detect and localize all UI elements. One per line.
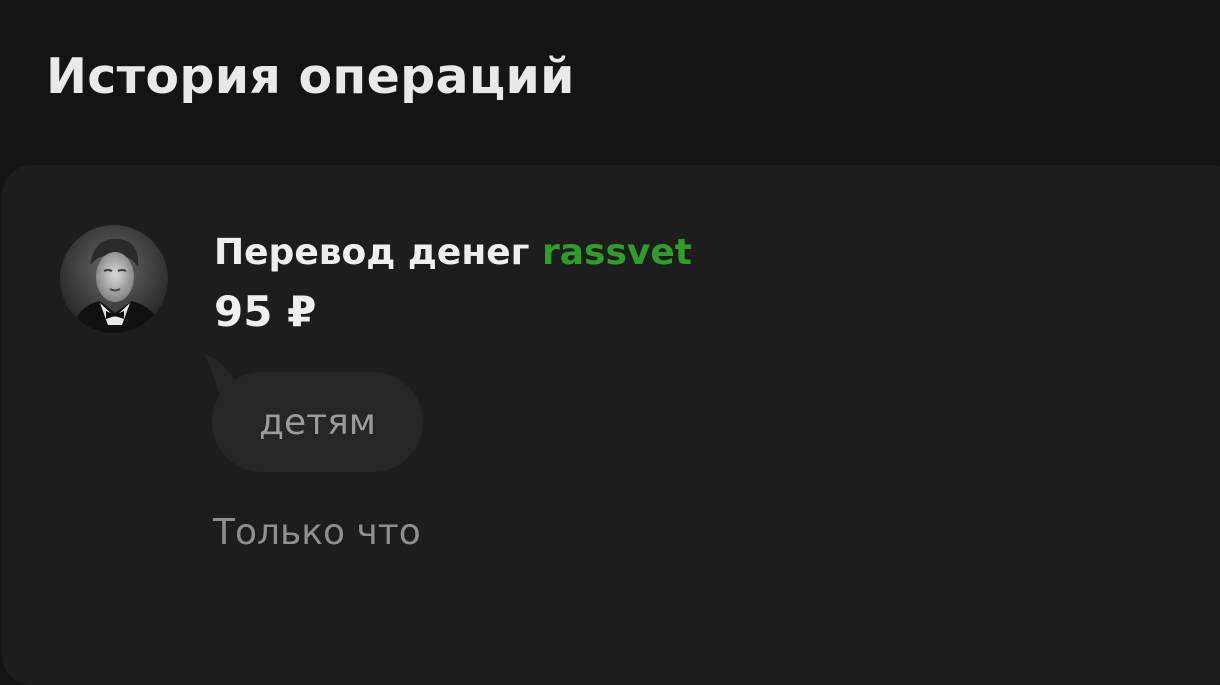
page-title: История операций: [46, 48, 575, 105]
transaction-title: Перевод денег rassvet: [214, 232, 692, 273]
comment-bubble-body: детям: [212, 372, 423, 472]
recipient-link[interactable]: rassvet: [542, 232, 692, 273]
avatar-photo-icon: [60, 225, 168, 333]
comment-bubble: детям: [195, 352, 435, 482]
transaction-time: Только что: [213, 512, 421, 553]
transaction-amount: 95 ₽: [214, 287, 317, 336]
transaction-type: Перевод денег: [214, 232, 530, 273]
avatar[interactable]: [60, 225, 168, 333]
comment-text: детям: [259, 401, 376, 443]
